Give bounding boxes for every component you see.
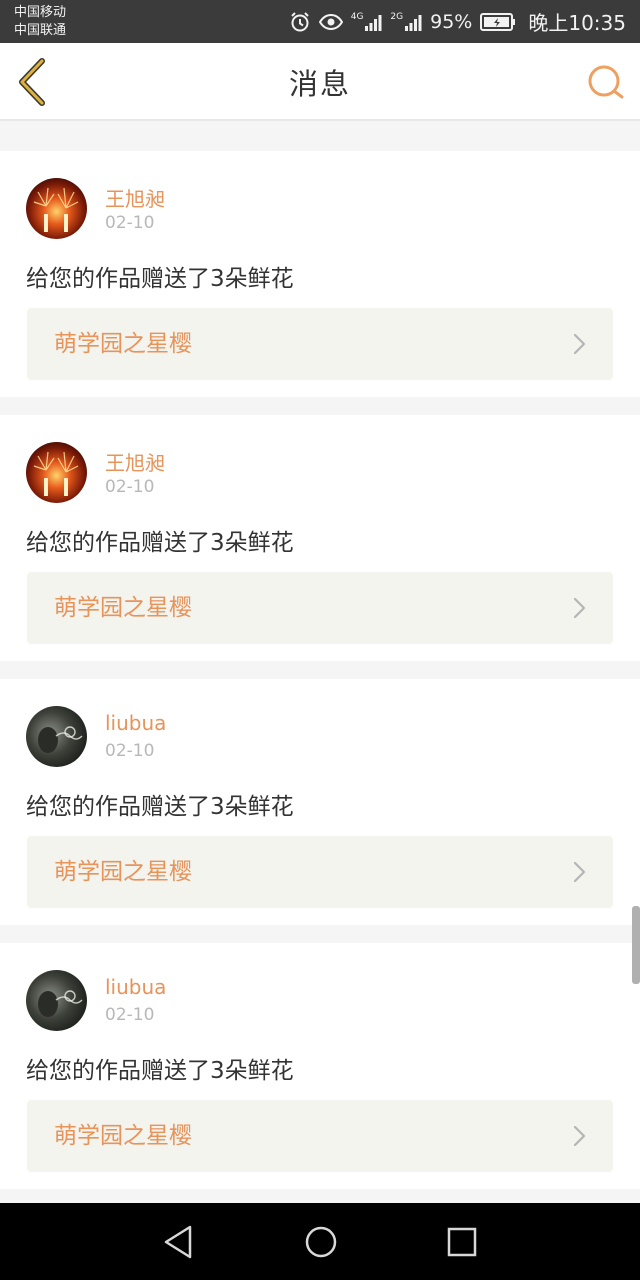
alarm-icon <box>289 11 311 33</box>
message-date: 02-10 <box>105 477 155 497</box>
message-date: 02-10 <box>105 741 155 761</box>
message-text: 给您的作品赠送了3朵鲜花 <box>26 794 294 820</box>
message-text: 给您的作品赠送了3朵鲜花 <box>26 1058 294 1084</box>
network-type-2: 2G <box>390 11 404 22</box>
search-button[interactable] <box>586 63 626 103</box>
message-list: 王旭昶 02-10 给您的作品赠送了3朵鲜花 萌学园之星樱 王旭昶 02-10 … <box>0 151 640 1207</box>
message-card: 王旭昶 02-10 给您的作品赠送了3朵鲜花 萌学园之星樱 <box>0 415 640 661</box>
username[interactable]: 王旭昶 <box>105 183 165 212</box>
work-title: 萌学园之星樱 <box>54 331 192 357</box>
chevron-right-icon <box>573 597 586 619</box>
network-type-1: 4G <box>350 11 364 22</box>
username[interactable]: liubua <box>105 711 166 735</box>
work-title: 萌学园之星樱 <box>54 595 192 621</box>
work-link[interactable]: 萌学园之星樱 <box>27 836 613 908</box>
battery-percent: 95% <box>430 10 473 33</box>
eye-icon <box>318 13 343 31</box>
avatar[interactable] <box>26 178 87 239</box>
carrier-info: 中国移动 中国联通 <box>14 4 66 40</box>
avatar[interactable] <box>26 970 87 1031</box>
work-link[interactable]: 萌学园之星樱 <box>27 572 613 644</box>
message-date: 02-10 <box>105 213 155 233</box>
status-bar: 中国移动 中国联通 4G 2G 95% 晚上10:35 <box>0 0 640 43</box>
search-icon <box>588 65 624 99</box>
signal-2g-icon: 2G <box>390 12 422 32</box>
username[interactable]: 王旭昶 <box>105 447 165 476</box>
message-text: 给您的作品赠送了3朵鲜花 <box>26 266 294 292</box>
clock: 晚上10:35 <box>528 11 626 35</box>
message-card: liubua 02-10 给您的作品赠送了3朵鲜花 萌学园之星樱 <box>0 679 640 925</box>
page-title: 消息 <box>288 67 351 101</box>
message-text: 给您的作品赠送了3朵鲜花 <box>26 530 294 556</box>
battery-icon <box>480 12 516 31</box>
message-card: 王旭昶 02-10 给您的作品赠送了3朵鲜花 萌学园之星樱 <box>0 151 640 397</box>
carrier-2: 中国联通 <box>14 23 67 38</box>
chevron-right-icon <box>573 861 586 883</box>
work-title: 萌学园之星樱 <box>54 859 192 885</box>
work-link[interactable]: 萌学园之星樱 <box>27 1100 613 1172</box>
nav-recents-icon[interactable] <box>446 1223 478 1261</box>
system-nav-bar <box>0 1203 640 1280</box>
work-title: 萌学园之星樱 <box>54 1123 192 1149</box>
work-link[interactable]: 萌学园之星樱 <box>27 308 613 380</box>
avatar[interactable] <box>26 442 87 503</box>
message-card: liubua 02-10 给您的作品赠送了3朵鲜花 萌学园之星樱 <box>0 943 640 1189</box>
signal-4g-icon: 4G <box>351 12 383 32</box>
chevron-right-icon <box>573 1125 586 1147</box>
chevron-right-icon <box>573 333 586 355</box>
status-icons: 4G 2G 95% 晚上10:35 <box>289 0 626 43</box>
username[interactable]: liubua <box>105 975 166 999</box>
nav-back-icon[interactable] <box>160 1223 196 1261</box>
app-header: 消息 <box>0 43 640 121</box>
message-date: 02-10 <box>105 1005 155 1025</box>
nav-home-icon[interactable] <box>302 1223 340 1261</box>
avatar[interactable] <box>26 706 87 767</box>
scrollbar[interactable] <box>632 906 640 984</box>
carrier-1: 中国移动 <box>14 5 67 20</box>
